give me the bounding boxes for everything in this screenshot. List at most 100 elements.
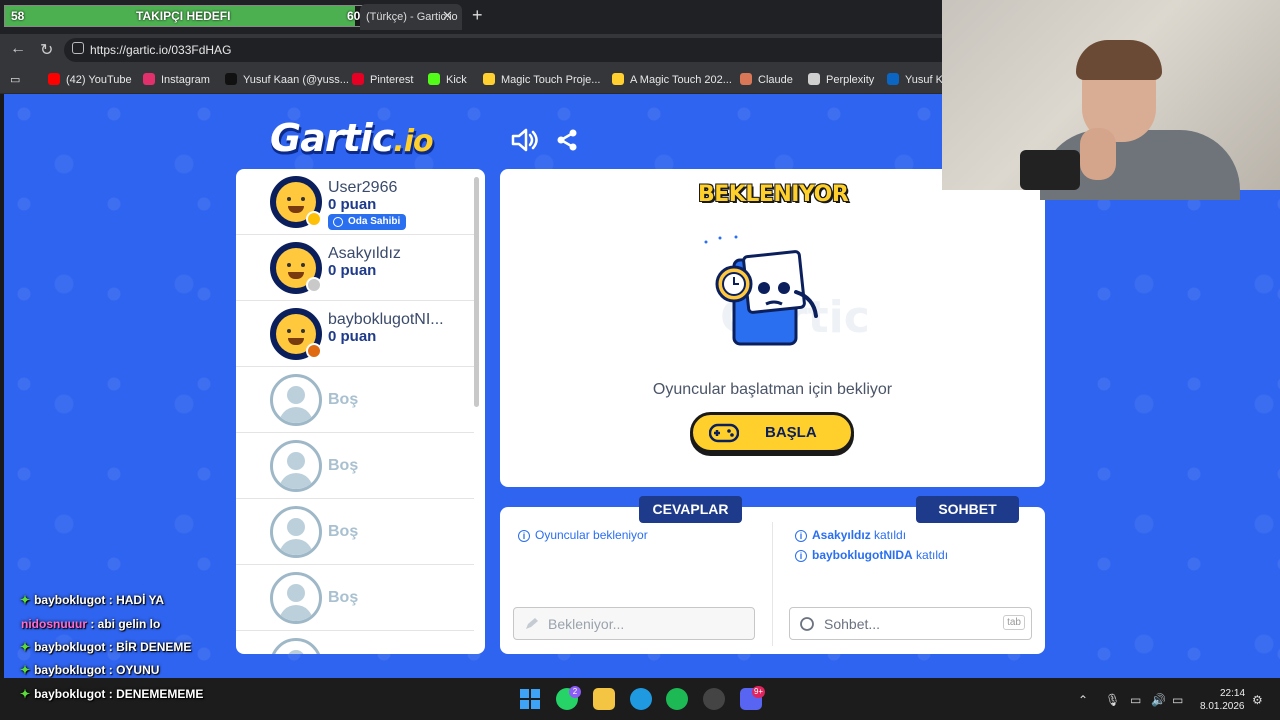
bookmark-item[interactable]: (42) YouTube (48, 73, 132, 86)
player-row: bayboklugotNI... 0 puan (236, 301, 474, 367)
chat-tab[interactable]: SOHBET (916, 496, 1019, 523)
player-score: 0 puan (328, 262, 377, 279)
file-explorer-icon[interactable] (593, 688, 615, 710)
edge-icon[interactable] (630, 688, 652, 710)
player-color-dot (306, 343, 322, 359)
bookmark-label: Instagram (161, 74, 210, 86)
webcam-person-hand (1080, 128, 1116, 180)
kick-icon (428, 73, 440, 85)
player-color-dot (306, 277, 322, 293)
battery-icon[interactable]: ▭ (1172, 693, 1183, 707)
miro-icon (483, 73, 495, 85)
stream-chat-text: : HADİ YA (108, 593, 165, 607)
bookmark-item[interactable]: Kick (428, 73, 467, 86)
linkedin-icon (887, 73, 899, 85)
badge-icon: ✦ (20, 663, 31, 677)
claude-icon (740, 73, 752, 85)
stream-chat-message: nidosnuuur : abi gelin lo (21, 617, 160, 631)
spotify-icon[interactable] (666, 688, 688, 710)
empty-slot-label: Boş (328, 523, 359, 540)
bookmarks-menu-icon[interactable]: ▭ (10, 73, 20, 86)
bookmark-item[interactable]: Pinterest (352, 73, 413, 86)
player-name: Asakyıldız (328, 245, 401, 262)
answers-tab[interactable]: CEVAPLAR (639, 496, 742, 523)
clock-time[interactable]: 22:14 (1220, 688, 1245, 699)
url-input[interactable]: https://gartic.io/033FdHAG (64, 38, 942, 62)
start-button[interactable]: BAŞLA (690, 412, 854, 453)
bookmark-item[interactable]: Instagram (143, 73, 210, 86)
reload-icon[interactable]: ↻ (40, 40, 53, 60)
stream-chat-message: ✦ bayboklugot : DENEMEMEME (20, 687, 203, 701)
chat-bubble-icon (800, 617, 814, 631)
chat-event: i bayboklugotNIDA katıldı (795, 548, 948, 562)
empty-avatar (270, 638, 322, 654)
sound-icon[interactable] (510, 126, 538, 154)
bookmark-item[interactable]: Yusuf Ka (887, 73, 949, 86)
bookmark-item[interactable]: Magic Touch Proje... (483, 73, 600, 86)
player-row: User2966 0 puan Oda Sahibi (236, 169, 474, 235)
windows-start-icon[interactable] (519, 688, 541, 710)
empty-slot: Boş (236, 367, 474, 433)
bookmark-label: (42) YouTube (66, 74, 132, 86)
info-icon: i (795, 550, 807, 562)
webcam-person-hair (1076, 40, 1162, 80)
notifications-icon[interactable]: ⚙ (1252, 693, 1263, 707)
empty-avatar (270, 506, 322, 558)
url-text: https://gartic.io/033FdHAG (90, 43, 232, 57)
new-tab-icon[interactable]: + (472, 5, 483, 26)
empty-slot: Boş (236, 499, 474, 565)
empty-slot (236, 631, 474, 654)
badge-icon: ✦ (20, 593, 31, 607)
players-panel: User2966 0 puan Oda Sahibi Asakyıldız 0 … (236, 169, 485, 654)
youtube-icon (48, 73, 60, 85)
tab-close-icon[interactable]: ✕ (442, 8, 453, 24)
webcam-microphone-arm (1020, 150, 1080, 190)
panel-divider (772, 522, 773, 646)
tray-chevron-icon[interactable]: ⌃ (1078, 693, 1088, 707)
microphone-icon[interactable]: 🎙 (1105, 693, 1120, 707)
players-scrollbar[interactable] (474, 177, 479, 407)
empty-slot-label: Boş (328, 457, 359, 474)
bookmark-item[interactable]: Perplexity (808, 73, 874, 86)
back-icon[interactable]: ← (10, 40, 26, 58)
chat-event-user: bayboklugotNIDA (812, 548, 913, 562)
chat-event-action: katıldı (916, 548, 949, 562)
address-bar: ← ↻ https://gartic.io/033FdHAG (0, 34, 942, 66)
pinterest-icon (352, 73, 364, 85)
empty-slot: Boş (236, 433, 474, 499)
player-color-dot (306, 211, 322, 227)
bookmarks-bar: ▭ (42) YouTube Instagram Yusuf Kaan (@yuss… (0, 66, 949, 94)
share-icon[interactable] (555, 128, 579, 152)
stream-chat-user: nidosnuuur (21, 617, 87, 631)
instagram-icon (143, 73, 155, 85)
empty-avatar (270, 572, 322, 624)
volume-icon[interactable]: 🔊 (1151, 693, 1166, 707)
room-owner-badge: Oda Sahibi (328, 214, 407, 230)
clock-date[interactable]: 8.01.2026 (1200, 701, 1245, 712)
bookmark-label: Claude (758, 74, 793, 86)
chat-event: i Asakyıldız katıldı (795, 528, 906, 542)
site-info-icon[interactable] (72, 42, 84, 54)
network-icon[interactable]: ▭ (1130, 693, 1141, 707)
bookmark-item[interactable]: Yusuf Kaan (@yuss... (225, 73, 349, 86)
logo-suffix: .io (393, 124, 433, 159)
bookmark-item[interactable]: A Magic Touch 202... (612, 73, 732, 86)
bookmark-label: A Magic Touch 202... (630, 74, 732, 86)
stream-chat-message: ✦ bayboklugot : HADİ YA (20, 593, 164, 607)
bookmark-item[interactable]: Claude (740, 73, 793, 86)
stream-chat-user: bayboklugot (34, 663, 106, 677)
empty-slot: Boş (236, 565, 474, 631)
player-name: User2966 (328, 179, 398, 196)
follower-goal-current: 58 (11, 9, 25, 23)
answer-input[interactable]: Bekleniyor... (513, 607, 755, 640)
player-score: 0 puan (328, 328, 377, 345)
tab-shortcut-hint: tab (1003, 615, 1025, 630)
chat-input[interactable]: Sohbet... tab (789, 607, 1032, 640)
gamepad-icon (709, 423, 739, 443)
stream-chat-text: : DENEMEMEME (108, 687, 204, 701)
player-row: Asakyıldız 0 puan (236, 235, 474, 301)
info-icon: i (795, 530, 807, 542)
stream-chat-text: : OYUNU (108, 663, 160, 677)
obs-icon[interactable] (703, 688, 725, 710)
chat-placeholder: Sohbet... (824, 616, 881, 632)
